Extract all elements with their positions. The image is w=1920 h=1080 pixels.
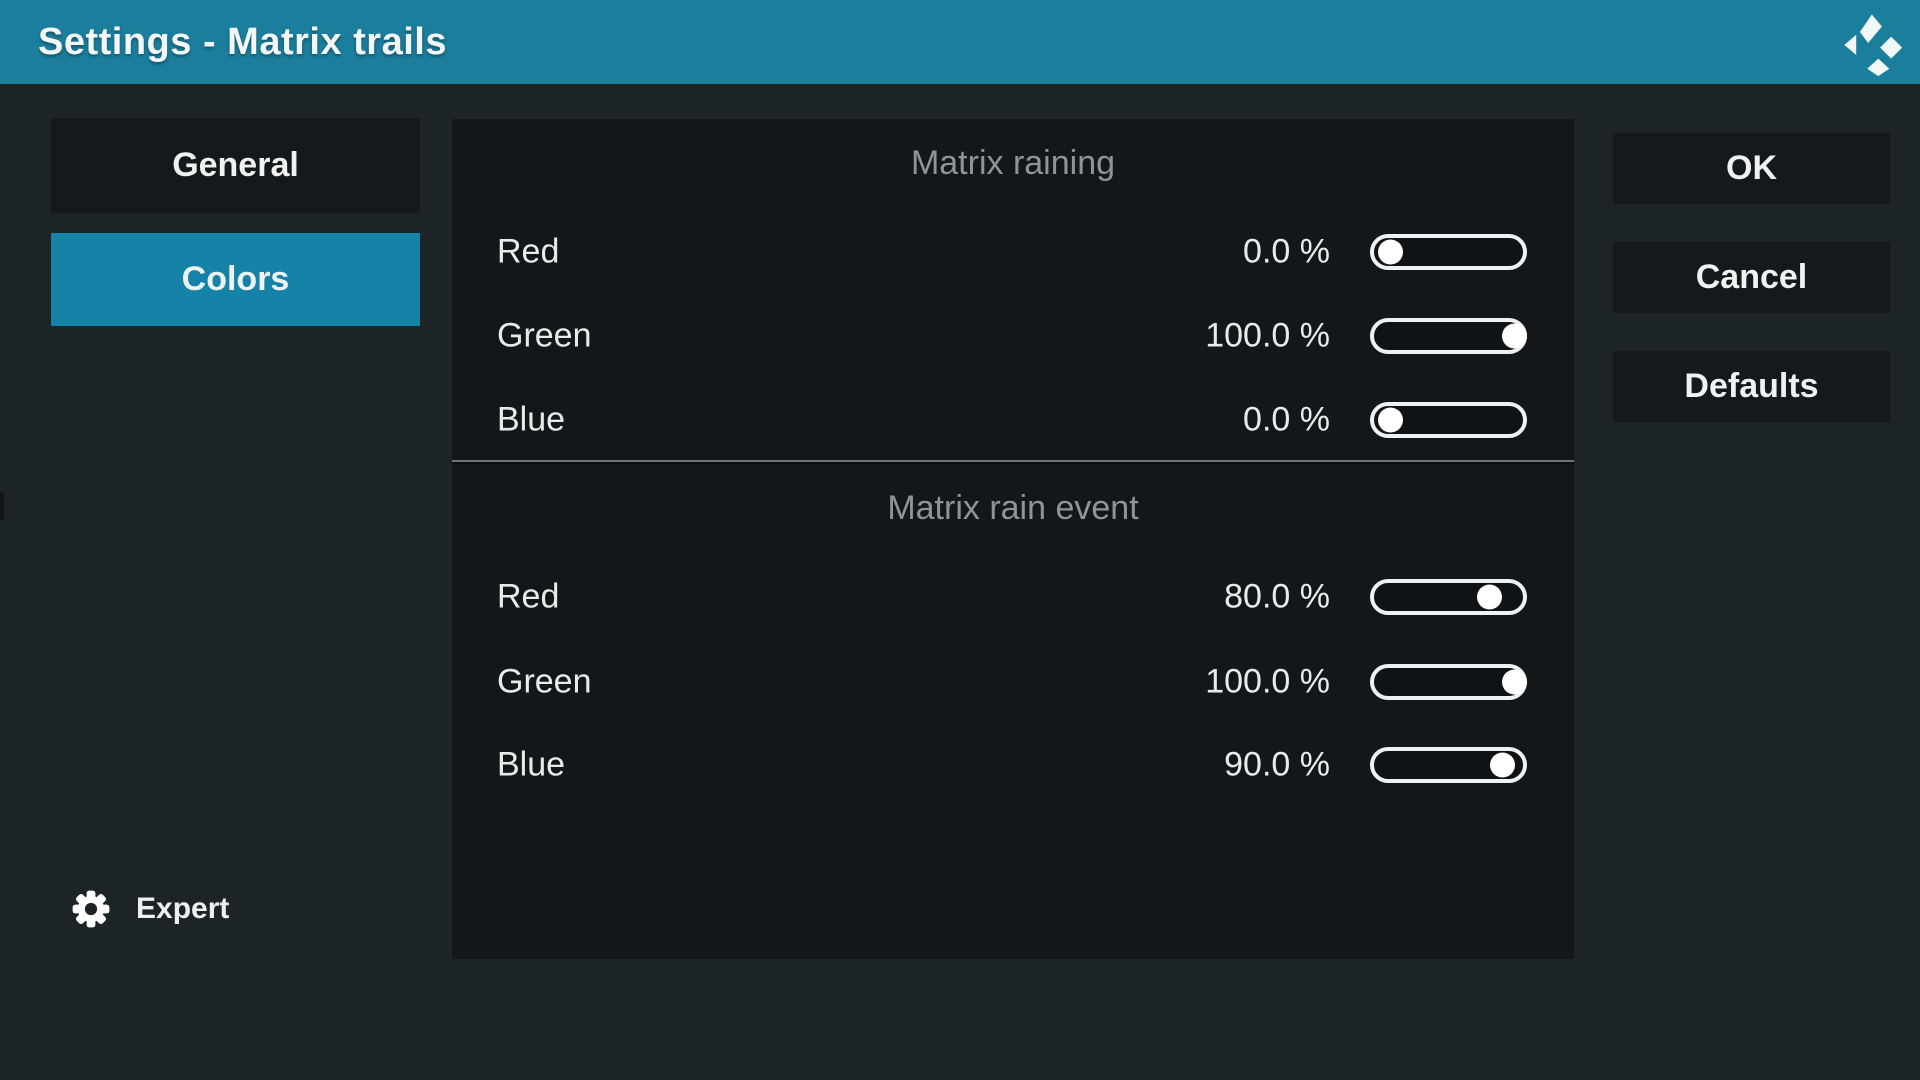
settings-dialog: Settings - Matrix trails General Colors … [0,0,1920,1080]
sidebar-item-label: General [172,146,299,185]
gear-icon [70,888,112,930]
slider-knob[interactable] [1490,753,1515,778]
sidebar-item-colors[interactable]: Colors [51,233,420,326]
ok-button[interactable]: OK [1613,133,1890,204]
button-label: Cancel [1696,258,1808,297]
slider-knob[interactable] [1378,408,1403,433]
left-edge-marker [0,492,4,520]
sidebar-item-general[interactable]: General [51,118,420,213]
setting-row-event-blue: Blue 90.0 % [452,743,1574,787]
slider-knob[interactable] [1477,585,1502,610]
setting-value: 0.0 % [1050,401,1330,440]
dialog-title: Settings - Matrix trails [38,21,447,64]
setting-value: 90.0 % [1050,746,1330,785]
setting-value: 100.0 % [1050,663,1330,702]
setting-row-raining-green: Green 100.0 % [452,314,1574,358]
setting-value: 80.0 % [1050,578,1330,617]
setting-label: Red [497,578,559,617]
green-slider[interactable] [1370,318,1527,354]
blue-slider[interactable] [1370,747,1527,783]
sidebar-item-label: Colors [182,260,290,299]
setting-row-raining-blue: Blue 0.0 % [452,398,1574,442]
setting-row-event-red: Red 80.0 % [452,575,1574,619]
slider-knob[interactable] [1502,670,1527,695]
setting-value: 100.0 % [1050,317,1330,356]
blue-slider[interactable] [1370,402,1527,438]
button-label: Defaults [1684,367,1818,406]
slider-knob[interactable] [1502,324,1527,349]
dialog-titlebar: Settings - Matrix trails [0,0,1920,84]
button-label: OK [1726,149,1777,188]
section-title-matrix-rain-event: Matrix rain event [452,489,1574,528]
settings-level-label: Expert [136,892,229,926]
kodi-logo-icon [1836,9,1904,77]
setting-label: Red [497,233,559,272]
section-divider [452,460,1574,464]
setting-value: 0.0 % [1050,233,1330,272]
settings-level-toggle[interactable]: Expert [70,886,229,932]
setting-label: Blue [497,746,565,785]
setting-row-event-green: Green 100.0 % [452,660,1574,704]
green-slider[interactable] [1370,664,1527,700]
defaults-button[interactable]: Defaults [1613,351,1890,422]
setting-label: Blue [497,401,565,440]
setting-label: Green [497,317,592,356]
setting-label: Green [497,663,592,702]
red-slider[interactable] [1370,579,1527,615]
settings-panel: Matrix raining Red 0.0 % Green 100.0 % B… [452,119,1574,959]
red-slider[interactable] [1370,234,1527,270]
setting-row-raining-red: Red 0.0 % [452,230,1574,274]
section-title-matrix-raining: Matrix raining [452,144,1574,183]
slider-knob[interactable] [1378,240,1403,265]
cancel-button[interactable]: Cancel [1613,242,1890,313]
